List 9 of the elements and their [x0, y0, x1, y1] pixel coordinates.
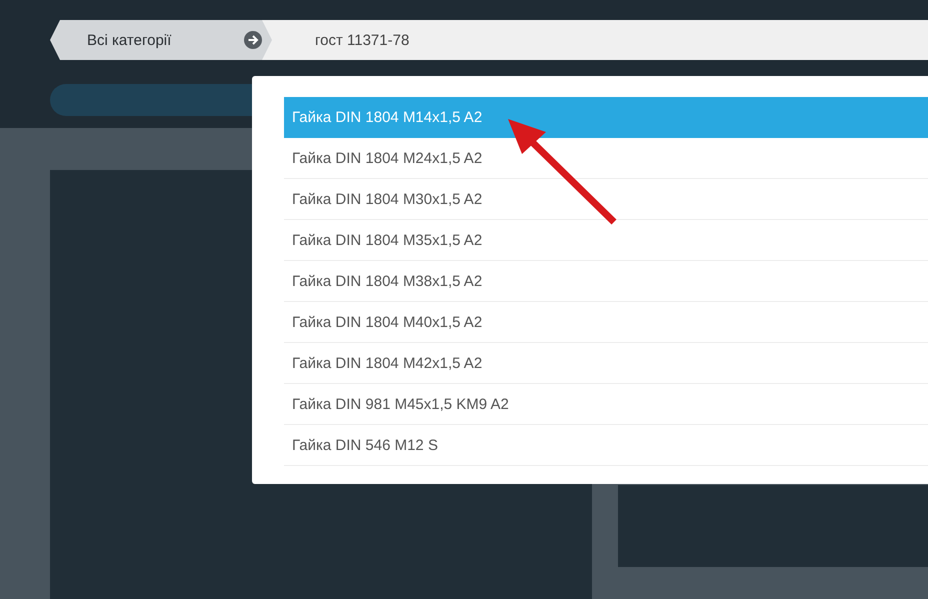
suggestion-item[interactable]: Гайка DIN 546 M12 S — [284, 425, 928, 466]
suggestion-item[interactable]: Гайка DIN 1804 M40x1,5 A2 — [284, 302, 928, 343]
suggestion-item[interactable]: Гайка DIN 1804 M38x1,5 A2 — [284, 261, 928, 302]
search-field[interactable]: гост 11371-78 — [262, 20, 928, 60]
suggestion-item[interactable]: Гайка DIN 1804 M30x1,5 A2 — [284, 179, 928, 220]
arrow-right-icon — [244, 31, 262, 49]
suggestion-item[interactable]: Гайка DIN 1804 M35x1,5 A2 — [284, 220, 928, 261]
suggestion-item[interactable]: Гайка DIN 981 M45x1,5 KM9 A2 — [284, 384, 928, 425]
suggestion-item[interactable]: Гайка DIN 1804 M42x1,5 A2 — [284, 343, 928, 384]
